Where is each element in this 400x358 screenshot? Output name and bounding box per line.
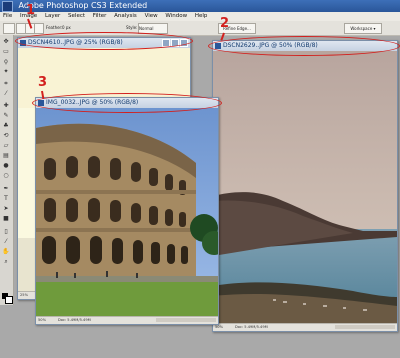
hand-tool-icon[interactable]: ✋ xyxy=(2,248,10,255)
doc-size[interactable]: Doc: 5.49M/5.49M xyxy=(58,317,91,324)
app-title: Adobe Photoshop CS3 Extended xyxy=(18,1,148,10)
menu-file[interactable]: File xyxy=(3,13,12,19)
brush-tool-icon[interactable]: ✎ xyxy=(2,112,10,119)
marquee-tool-preset-icon[interactable] xyxy=(3,23,15,34)
photoshop-app-icon xyxy=(2,1,13,12)
menu-analysis[interactable]: Analysis xyxy=(114,13,137,19)
path-selection-tool-icon[interactable]: ➤ xyxy=(2,205,10,212)
document-canvas[interactable] xyxy=(36,108,218,317)
workspace-button[interactable]: Workspace ▾ xyxy=(344,23,382,34)
marquee-tool-icon[interactable]: ▭ xyxy=(2,48,10,55)
toolbox: ✥ ▭ ϙ ✦ ⌗ ⁄ ✚ ✎ ♣ ⟲ ▱ ▤ ● ○ ✒ T ➤ ■ ▯ ⁄ … xyxy=(0,35,14,305)
annotation-oval-2 xyxy=(208,36,400,56)
feather-label: Feather: xyxy=(46,25,63,30)
clone-stamp-tool-icon[interactable]: ♣ xyxy=(2,122,10,129)
background-color-swatch[interactable] xyxy=(5,296,13,304)
move-tool-icon[interactable]: ✥ xyxy=(2,38,10,45)
eyedropper-2-tool-icon[interactable]: ⁄ xyxy=(2,238,10,245)
zoom-level[interactable]: 50% xyxy=(215,324,233,331)
type-tool-icon[interactable]: T xyxy=(2,195,10,202)
gradient-tool-icon[interactable]: ▤ xyxy=(2,152,10,159)
menu-help[interactable]: Help xyxy=(195,13,208,19)
horizontal-scrollbar[interactable] xyxy=(156,318,216,322)
doc-size[interactable]: Doc: 5.49M/5.49M xyxy=(235,324,268,331)
shape-tool-icon[interactable]: ■ xyxy=(2,215,10,222)
feather-value[interactable]: 0 px xyxy=(62,25,71,30)
document-canvas[interactable] xyxy=(213,51,397,324)
annotation-number-2: 2 xyxy=(220,16,230,31)
app-titlebar[interactable]: Adobe Photoshop CS3 Extended xyxy=(0,0,400,12)
menu-bar: File Image Layer Select Filter Analysis … xyxy=(0,12,400,21)
crop-tool-icon[interactable]: ⌗ xyxy=(2,80,10,87)
annotation-number-1: 1 xyxy=(26,3,36,18)
dodge-tool-icon[interactable]: ○ xyxy=(2,172,10,179)
menu-select[interactable]: Select xyxy=(68,13,85,19)
magic-wand-tool-icon[interactable]: ✦ xyxy=(2,68,10,75)
pen-tool-icon[interactable]: ✒ xyxy=(2,185,10,192)
photoshop-window: Adobe Photoshop CS3 Extended File Image … xyxy=(0,0,400,358)
eyedropper-tool-icon[interactable]: ⁄ xyxy=(2,90,10,97)
menu-layer[interactable]: Layer xyxy=(45,13,60,19)
menu-view[interactable]: View xyxy=(145,13,158,19)
document-status-bar: 50% Doc: 5.49M/5.49M xyxy=(213,323,397,331)
eraser-tool-icon[interactable]: ▱ xyxy=(2,142,10,149)
document-status-bar: 50% Doc: 5.49M/5.49M xyxy=(36,316,218,324)
colosseum-photo xyxy=(36,108,218,317)
coastline-photo xyxy=(213,51,397,324)
blur-tool-icon[interactable]: ● xyxy=(2,162,10,169)
horizontal-scrollbar[interactable] xyxy=(335,325,395,329)
healing-brush-tool-icon[interactable]: ✚ xyxy=(2,102,10,109)
zoom-tool-icon[interactable]: ⌕ xyxy=(2,258,10,265)
annotation-oval-1 xyxy=(15,32,193,50)
subtract-selection-icon[interactable] xyxy=(34,23,44,34)
menu-filter[interactable]: Filter xyxy=(93,13,107,19)
document-window-img0032[interactable]: IMG_0032..JPG @ 50% (RGB/8) 50% Doc: 5.4… xyxy=(35,97,219,325)
history-brush-tool-icon[interactable]: ⟲ xyxy=(2,132,10,139)
zoom-level[interactable]: 50% xyxy=(38,317,56,324)
style-label: Style: xyxy=(126,25,138,30)
lasso-tool-icon[interactable]: ϙ xyxy=(2,58,10,65)
document-window-dscn2629[interactable]: DSCN2629..JPG @ 50% (RGB/8) 50% Doc: 5.4… xyxy=(212,40,398,332)
annotation-oval-3 xyxy=(32,93,222,113)
menu-window[interactable]: Window xyxy=(165,13,187,19)
notes-tool-icon[interactable]: ▯ xyxy=(2,228,10,235)
annotation-number-3: 3 xyxy=(38,75,48,90)
